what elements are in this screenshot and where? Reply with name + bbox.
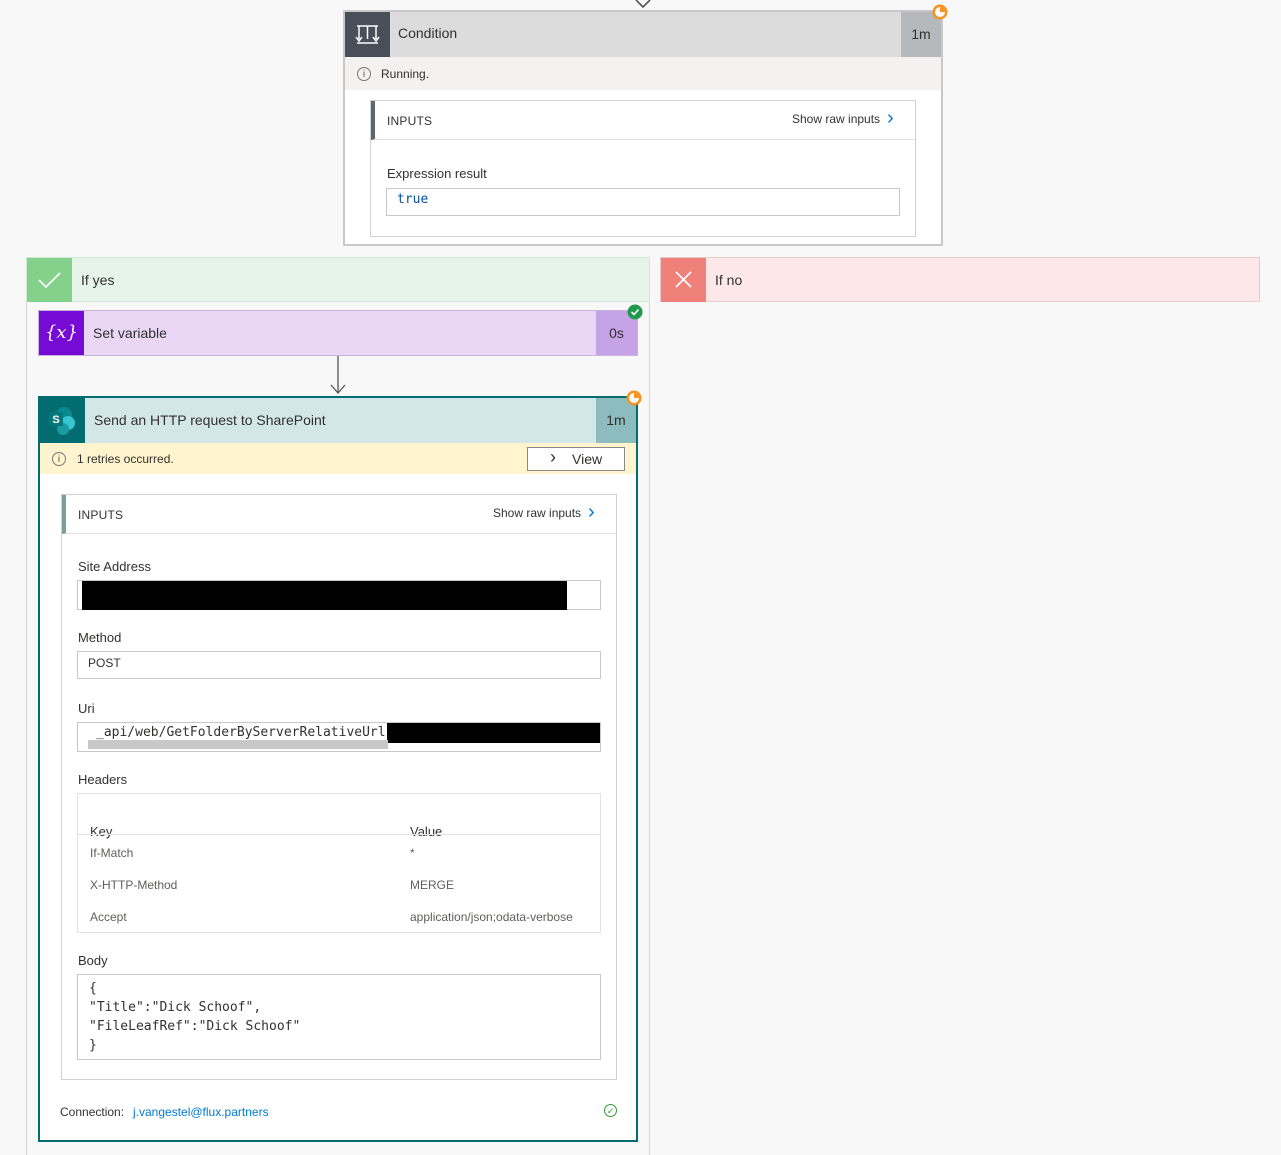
- condition-inputs-panel: INPUTS Show raw inputs › Expression resu…: [370, 100, 916, 237]
- headers-label: Headers: [78, 772, 128, 787]
- inputs-header: INPUTS Show raw inputs ›: [62, 495, 616, 534]
- running-badge-icon: [932, 4, 948, 20]
- flow-arrow: [330, 356, 346, 394]
- sharepoint-title: Send an HTTP request to SharePoint: [94, 412, 326, 428]
- connection-label: Connection:: [60, 1105, 125, 1119]
- variable-icon: {x}: [39, 311, 84, 355]
- inputs-header: INPUTS Show raw inputs ›: [371, 101, 915, 140]
- if-yes-header[interactable]: If yes: [26, 257, 650, 302]
- chevron-right-icon: ›: [550, 447, 556, 467]
- headers-key-column: Key: [90, 824, 113, 839]
- flow-arrow-top: [635, 0, 651, 9]
- headers-divider: [78, 834, 600, 835]
- site-address-label: Site Address: [78, 559, 151, 574]
- success-badge-icon: [627, 304, 643, 320]
- horizontal-scrollbar[interactable]: [88, 740, 388, 749]
- uri-value: _api/web/GetFolderByServerRelativeUrl(': [96, 725, 402, 740]
- headers-value-column: Value: [410, 824, 443, 839]
- header-value: application/json;odata-verbose: [410, 910, 573, 924]
- method-field: POST: [77, 651, 601, 679]
- expression-result-field: true: [386, 188, 900, 216]
- svg-text:S: S: [52, 414, 59, 426]
- if-yes-label: If yes: [81, 272, 115, 288]
- condition-title: Condition: [398, 25, 458, 41]
- uri-field[interactable]: _api/web/GetFolderByServerRelativeUrl(': [77, 722, 601, 752]
- header-key: X-HTTP-Method: [90, 878, 178, 892]
- set-variable-title: Set variable: [93, 325, 167, 341]
- checkmark-icon: [27, 258, 72, 302]
- header-key: Accept: [90, 910, 127, 924]
- site-address-field: [77, 580, 601, 610]
- body-value: { "Title":"Dick Schoof", "FileLeafRef":"…: [89, 981, 301, 1053]
- expression-result-label: Expression result: [387, 166, 487, 181]
- condition-card[interactable]: Condition 1m i Running. INPUTS Show raw …: [343, 10, 943, 246]
- info-icon: i: [357, 67, 371, 81]
- connection-link[interactable]: j.vangestel@flux.partners: [133, 1105, 269, 1119]
- condition-header[interactable]: Condition 1m: [345, 12, 941, 57]
- show-raw-inputs-link[interactable]: Show raw inputs: [792, 112, 880, 126]
- sharepoint-icon: S: [40, 398, 85, 443]
- inputs-label: INPUTS: [78, 508, 124, 522]
- header-value: MERGE: [410, 878, 455, 892]
- sharepoint-header[interactable]: S Send an HTTP request to SharePoint 1m: [40, 398, 636, 443]
- uri-label: Uri: [78, 701, 95, 716]
- set-variable-card[interactable]: {x} Set variable 0s: [38, 310, 638, 356]
- condition-icon: [345, 12, 390, 57]
- method-label: Method: [78, 630, 122, 645]
- view-retries-button[interactable]: › View: [527, 447, 625, 471]
- connection-ok-icon: ✓: [604, 1104, 617, 1117]
- info-icon: i: [52, 452, 66, 466]
- chevron-right-icon[interactable]: ›: [887, 107, 894, 130]
- method-value: POST: [88, 656, 121, 670]
- chevron-right-icon[interactable]: ›: [588, 501, 595, 524]
- close-icon: [661, 258, 706, 302]
- header-key: If-Match: [90, 846, 134, 860]
- expression-result-value: true: [397, 192, 429, 207]
- show-raw-inputs-link[interactable]: Show raw inputs: [493, 506, 581, 520]
- body-label: Body: [78, 953, 108, 968]
- retries-status-text: 1 retries occurred.: [77, 452, 174, 466]
- view-button-label: View: [572, 451, 603, 467]
- sharepoint-inputs-panel: INPUTS Show raw inputs › Site Address Me…: [61, 494, 617, 1080]
- inputs-label: INPUTS: [387, 114, 433, 128]
- condition-status-bar: i Running.: [345, 57, 941, 90]
- redaction-block: [387, 723, 600, 743]
- if-no-label: If no: [715, 272, 743, 288]
- running-badge-icon: [626, 390, 642, 406]
- sharepoint-http-card[interactable]: S Send an HTTP request to SharePoint 1m …: [38, 396, 638, 1142]
- body-field: { "Title":"Dick Schoof", "FileLeafRef":"…: [77, 974, 601, 1060]
- redaction-block: [82, 581, 567, 610]
- condition-status-text: Running.: [381, 67, 430, 81]
- if-no-header[interactable]: If no: [660, 257, 1260, 302]
- header-value: *: [410, 846, 415, 860]
- headers-table: Key Value If-Match * X-HTTP-Method MERGE…: [77, 793, 601, 933]
